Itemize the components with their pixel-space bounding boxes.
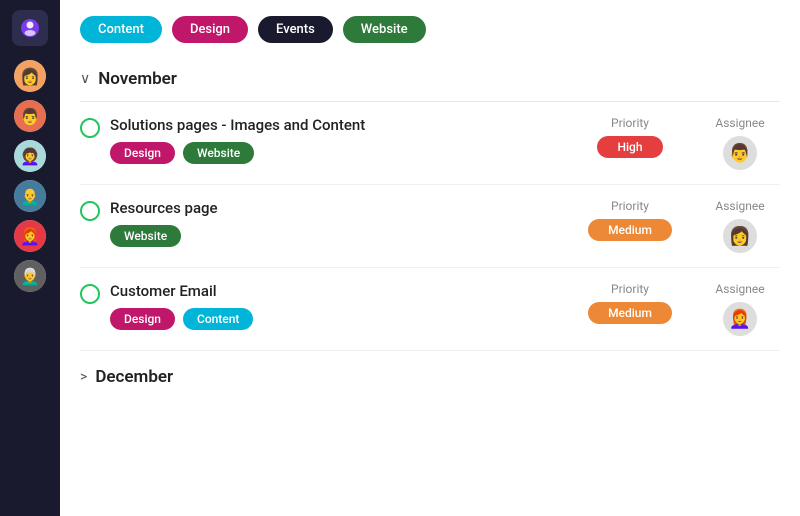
priority-label-3: Priority bbox=[611, 282, 649, 296]
avatar-1[interactable]: 👩 bbox=[14, 60, 46, 92]
avatar-6[interactable]: 👨‍🦳 bbox=[14, 260, 46, 292]
task-check-3[interactable] bbox=[80, 284, 100, 308]
task-content-2: Resources page Website bbox=[110, 199, 560, 247]
november-section-header: ∨ November bbox=[80, 61, 780, 97]
task-tag-design-3[interactable]: Design bbox=[110, 308, 175, 330]
assignee-label-3: Assignee bbox=[715, 282, 764, 296]
tag-website[interactable]: Website bbox=[343, 16, 426, 43]
task-name-3: Customer Email bbox=[110, 282, 560, 300]
assignee-label-1: Assignee bbox=[715, 116, 764, 130]
task-name-1: Solutions pages - Images and Content bbox=[110, 116, 560, 134]
task-meta-1: Priority High bbox=[570, 116, 690, 158]
task-row-1: Solutions pages - Images and Content Des… bbox=[80, 102, 780, 185]
assignee-label-2: Assignee bbox=[715, 199, 764, 213]
app-logo[interactable] bbox=[12, 10, 48, 46]
task-content-1: Solutions pages - Images and Content Des… bbox=[110, 116, 560, 164]
tag-content[interactable]: Content bbox=[80, 16, 162, 43]
december-section-header: > December bbox=[80, 351, 780, 395]
tag-design[interactable]: Design bbox=[172, 16, 248, 43]
main-content: Content Design Events Website ∨ November… bbox=[60, 0, 800, 516]
task-tags-3: Design Content bbox=[110, 308, 560, 330]
task-meta-2: Priority Medium bbox=[570, 199, 690, 241]
assignee-section-1: Assignee 👨 bbox=[700, 116, 780, 170]
november-title: November bbox=[98, 69, 177, 89]
priority-label-1: Priority bbox=[611, 116, 649, 130]
task-tags-2: Website bbox=[110, 225, 560, 247]
task-name-2: Resources page bbox=[110, 199, 560, 217]
task-circle-icon-2 bbox=[80, 201, 100, 221]
assignee-avatar-2: 👩 bbox=[723, 219, 757, 253]
task-tag-design-1[interactable]: Design bbox=[110, 142, 175, 164]
task-tags-1: Design Website bbox=[110, 142, 560, 164]
avatar-5[interactable]: 👩‍🦰 bbox=[14, 220, 46, 252]
priority-badge-2: Medium bbox=[588, 219, 672, 241]
priority-label-2: Priority bbox=[611, 199, 649, 213]
task-meta-3: Priority Medium bbox=[570, 282, 690, 324]
december-chevron[interactable]: > bbox=[80, 369, 87, 385]
assignee-section-2: Assignee 👩 bbox=[700, 199, 780, 253]
priority-badge-1: High bbox=[597, 136, 662, 158]
avatar-3[interactable]: 👩‍🦱 bbox=[14, 140, 46, 172]
task-row-2: Resources page Website Priority Medium A… bbox=[80, 185, 780, 268]
november-chevron[interactable]: ∨ bbox=[80, 71, 90, 87]
task-circle-icon-1 bbox=[80, 118, 100, 138]
task-content-3: Customer Email Design Content bbox=[110, 282, 560, 330]
task-tag-website-2[interactable]: Website bbox=[110, 225, 181, 247]
december-title: December bbox=[95, 367, 173, 387]
avatar-2[interactable]: 👨 bbox=[14, 100, 46, 132]
avatar-4[interactable]: 👨‍🦲 bbox=[14, 180, 46, 212]
task-check-2[interactable] bbox=[80, 201, 100, 225]
assignee-section-3: Assignee 👩‍🦰 bbox=[700, 282, 780, 336]
task-tag-website-1[interactable]: Website bbox=[183, 142, 254, 164]
task-check-1[interactable] bbox=[80, 118, 100, 142]
priority-badge-3: Medium bbox=[588, 302, 672, 324]
task-tag-content-3[interactable]: Content bbox=[183, 308, 253, 330]
top-tags-bar: Content Design Events Website bbox=[80, 16, 780, 43]
task-row-3: Customer Email Design Content Priority M… bbox=[80, 268, 780, 351]
sidebar: 👩 👨 👩‍🦱 👨‍🦲 👩‍🦰 👨‍🦳 bbox=[0, 0, 60, 516]
tag-events[interactable]: Events bbox=[258, 16, 333, 43]
assignee-avatar-3: 👩‍🦰 bbox=[723, 302, 757, 336]
assignee-avatar-1: 👨 bbox=[723, 136, 757, 170]
task-circle-icon-3 bbox=[80, 284, 100, 304]
